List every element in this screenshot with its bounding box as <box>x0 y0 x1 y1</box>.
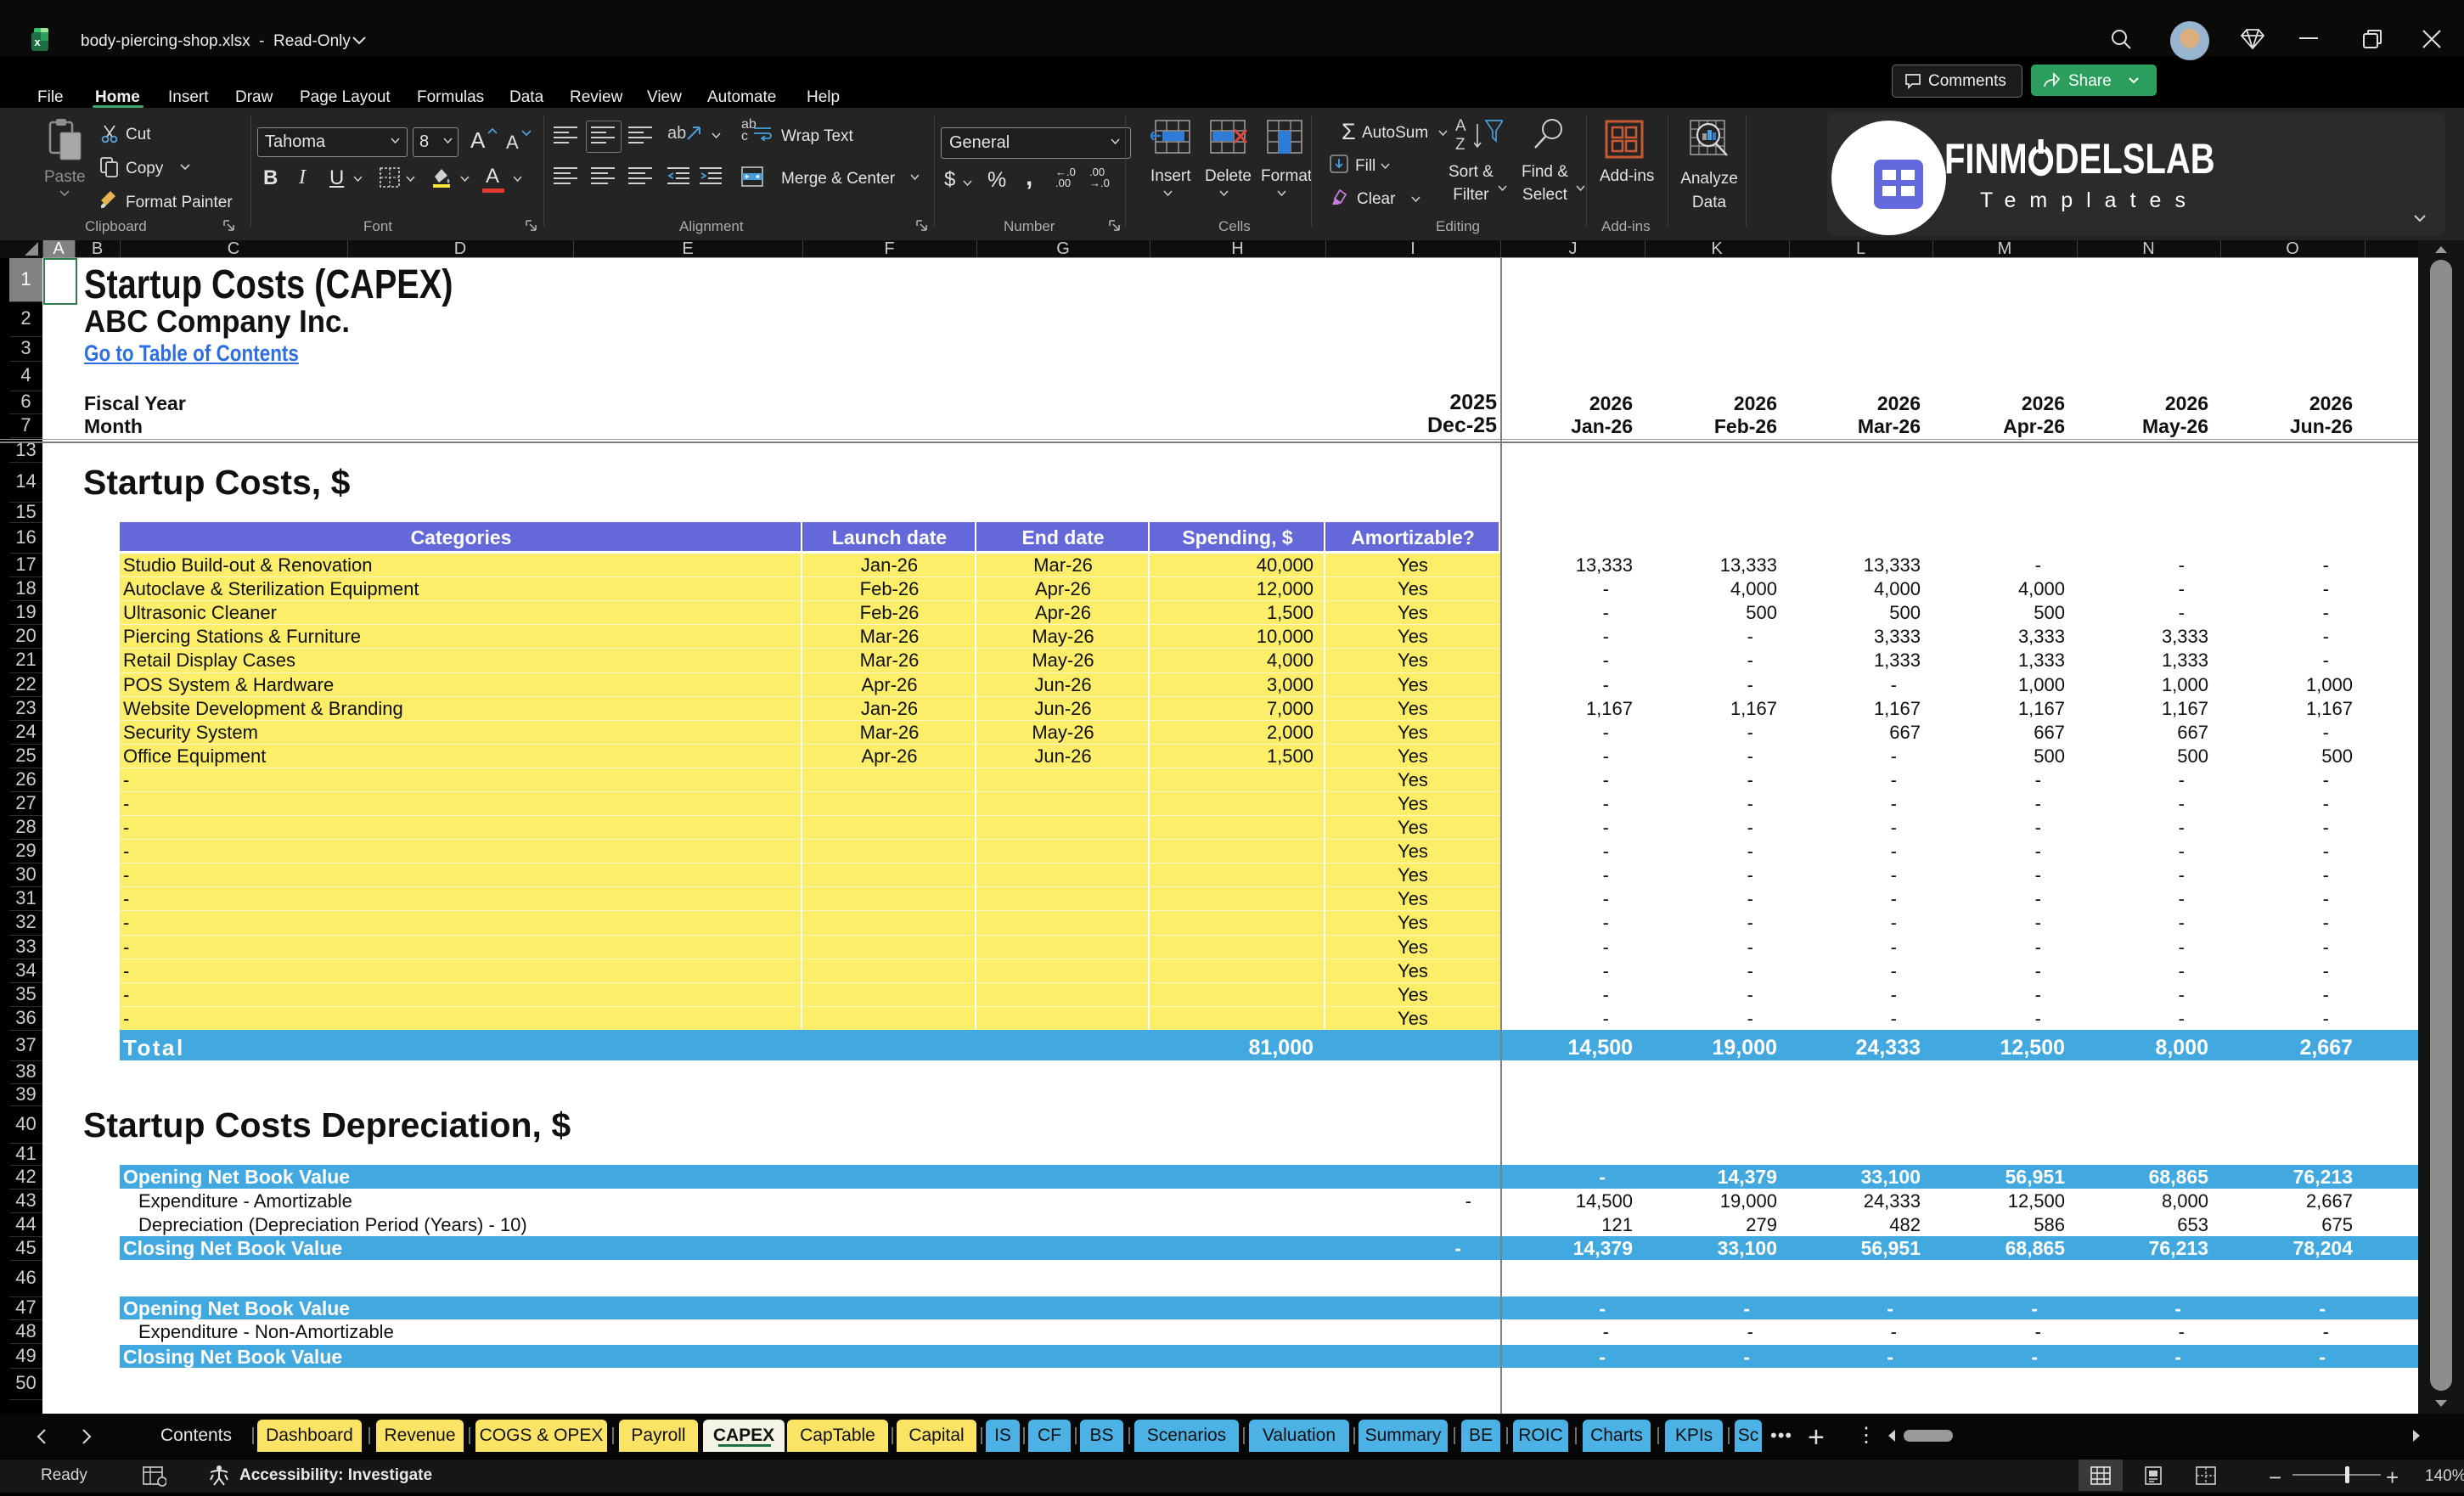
svg-text:x: x <box>34 36 41 48</box>
